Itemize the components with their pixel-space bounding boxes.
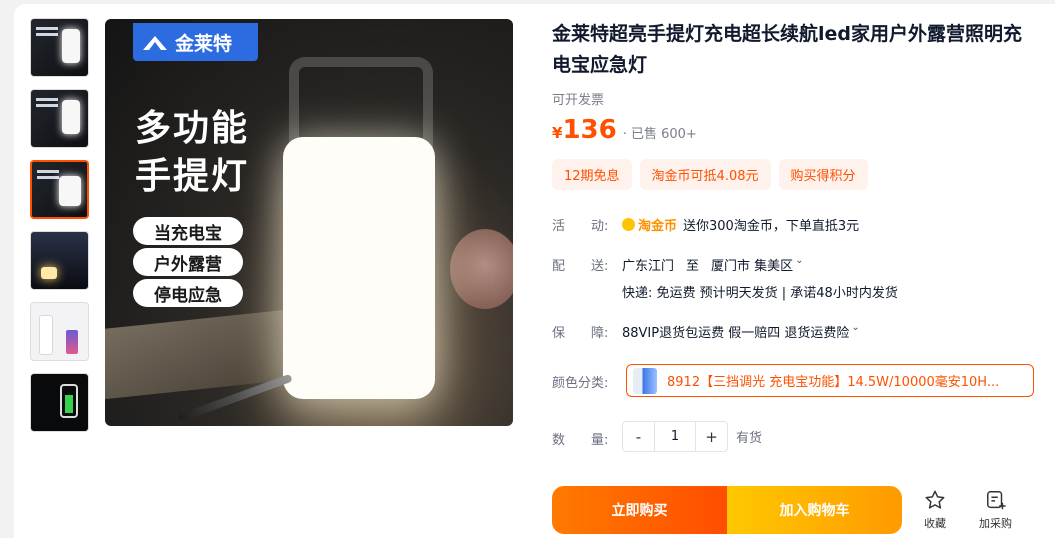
favorite-label: 收藏 (924, 517, 946, 530)
clock-decoration (450, 229, 513, 309)
currency-symbol: ¥ (552, 124, 563, 142)
chevron-down-icon[interactable]: ⌄ (851, 322, 859, 341)
color-label: 颜色分类: (552, 376, 609, 391)
product-title: 金莱特超亮手提灯充电超长续航led家用户外露营照明充电宝应急灯 (552, 23, 1023, 76)
delivery-detail: 快递: 免运费 预计明天发货 | 承诺48小时内发货 (622, 286, 898, 301)
color-label-row: 颜色分类: (552, 372, 622, 391)
stock-status: 有货 (736, 431, 763, 446)
thumbnail-2[interactable] (30, 89, 89, 148)
purchase-list-icon (986, 491, 1006, 510)
sku-text: 8912【三挡调光 充电宝功能】14.5W/10000毫安10H... (667, 375, 1000, 390)
activity-text: 送你300淘金币，下单直抵3元 (683, 219, 860, 234)
purchase-list-button[interactable]: 加采购 (979, 489, 1012, 531)
quantity-plus-button[interactable]: + (696, 422, 727, 451)
delivery-to-word: 至 (686, 259, 700, 274)
add-to-cart-button[interactable]: 加入购物车 (727, 486, 902, 534)
sold-count: · 已售 600+ (622, 127, 697, 142)
quantity-minus-button[interactable]: - (623, 422, 654, 451)
feature-pill: 户外露营 (133, 248, 243, 276)
thumbnail-4[interactable] (30, 231, 89, 290)
feature-pill: 停电应急 (133, 279, 243, 307)
product-info: 金莱特超亮手提灯充电超长续航led家用户外露营照明充电宝应急灯 可开发票 ¥ 1… (552, 19, 1042, 534)
chevron-down-icon[interactable]: ⌄ (795, 255, 803, 274)
quantity-input[interactable] (654, 422, 696, 451)
feature-pills: 当充电宝 户外露营 停电应急 (133, 217, 243, 310)
thumbnail-6[interactable] (30, 373, 89, 432)
headline-line-2: 手提灯 (135, 156, 250, 197)
promo-tag[interactable]: 淘金币可抵4.08元 (639, 159, 771, 190)
activity-label: 活 动: (552, 219, 609, 234)
purchase-list-label: 加采购 (979, 517, 1012, 530)
color-option-selected[interactable]: 8912【三挡调光 充电宝功能】14.5W/10000毫安10H... (626, 364, 1034, 397)
brand-logo: 金莱特 (133, 23, 258, 61)
thumbnail-5[interactable] (30, 302, 89, 361)
guarantee-row: 保 障: 88VIP退货包运费 假一赔四 退货运费险 ⌄ (552, 322, 860, 341)
taojinbi-badge: 淘金币 (622, 215, 677, 234)
favorite-button[interactable]: 收藏 (924, 489, 946, 531)
thumbnail-3[interactable] (30, 160, 89, 219)
price-value: 136 (562, 115, 617, 145)
invoice-link[interactable]: 可开发票 (552, 89, 1042, 108)
delivery-from: 广东江门 (622, 259, 675, 274)
quantity-label: 数 量: (552, 433, 609, 448)
coin-icon (622, 218, 635, 231)
star-icon (925, 490, 945, 509)
buy-now-button[interactable]: 立即购买 (552, 486, 727, 534)
feature-pill: 当充电宝 (133, 217, 243, 245)
purchase-buttons: 立即购买 加入购物车 (552, 486, 902, 534)
guarantee-label: 保 障: (552, 326, 609, 341)
promo-tags: 12期免息 淘金币可抵4.08元 购买得积分 (552, 159, 868, 190)
sku-thumbnail (633, 367, 657, 394)
headline-line-1: 多功能 (135, 108, 250, 149)
coin-name: 淘金币 (638, 219, 678, 234)
promo-tag[interactable]: 12期免息 (552, 159, 632, 190)
quantity-box: - + (622, 421, 728, 452)
main-product-image[interactable]: 金莱特 多功能 手提灯 当充电宝 户外露营 停电应急 (105, 19, 513, 426)
thumbnail-1[interactable] (30, 18, 89, 77)
quantity-stepper: - + 有货 (622, 421, 762, 452)
activity-row: 活 动: 淘金币 送你300淘金币，下单直抵3元 (552, 215, 859, 234)
image-headline: 多功能 手提灯 (135, 105, 249, 201)
brand-name: 金莱特 (175, 32, 233, 55)
delivery-label: 配 送: (552, 259, 609, 274)
delivery-destination[interactable]: 厦门市 集美区 (711, 255, 793, 274)
promo-tag[interactable]: 购买得积分 (778, 159, 868, 190)
lamp-body (283, 137, 435, 399)
guarantee-text[interactable]: 88VIP退货包运费 假一赔四 退货运费险 (622, 322, 849, 341)
delivery-row: 配 送: 广东江门 至 厦门市 集美区 ⌄ (552, 255, 804, 274)
thumbnail-list (30, 18, 90, 444)
brand-mark-icon (143, 34, 169, 50)
price-row: ¥ 136 · 已售 600+ (552, 115, 697, 145)
quantity-label-row: 数 量: (552, 429, 622, 448)
